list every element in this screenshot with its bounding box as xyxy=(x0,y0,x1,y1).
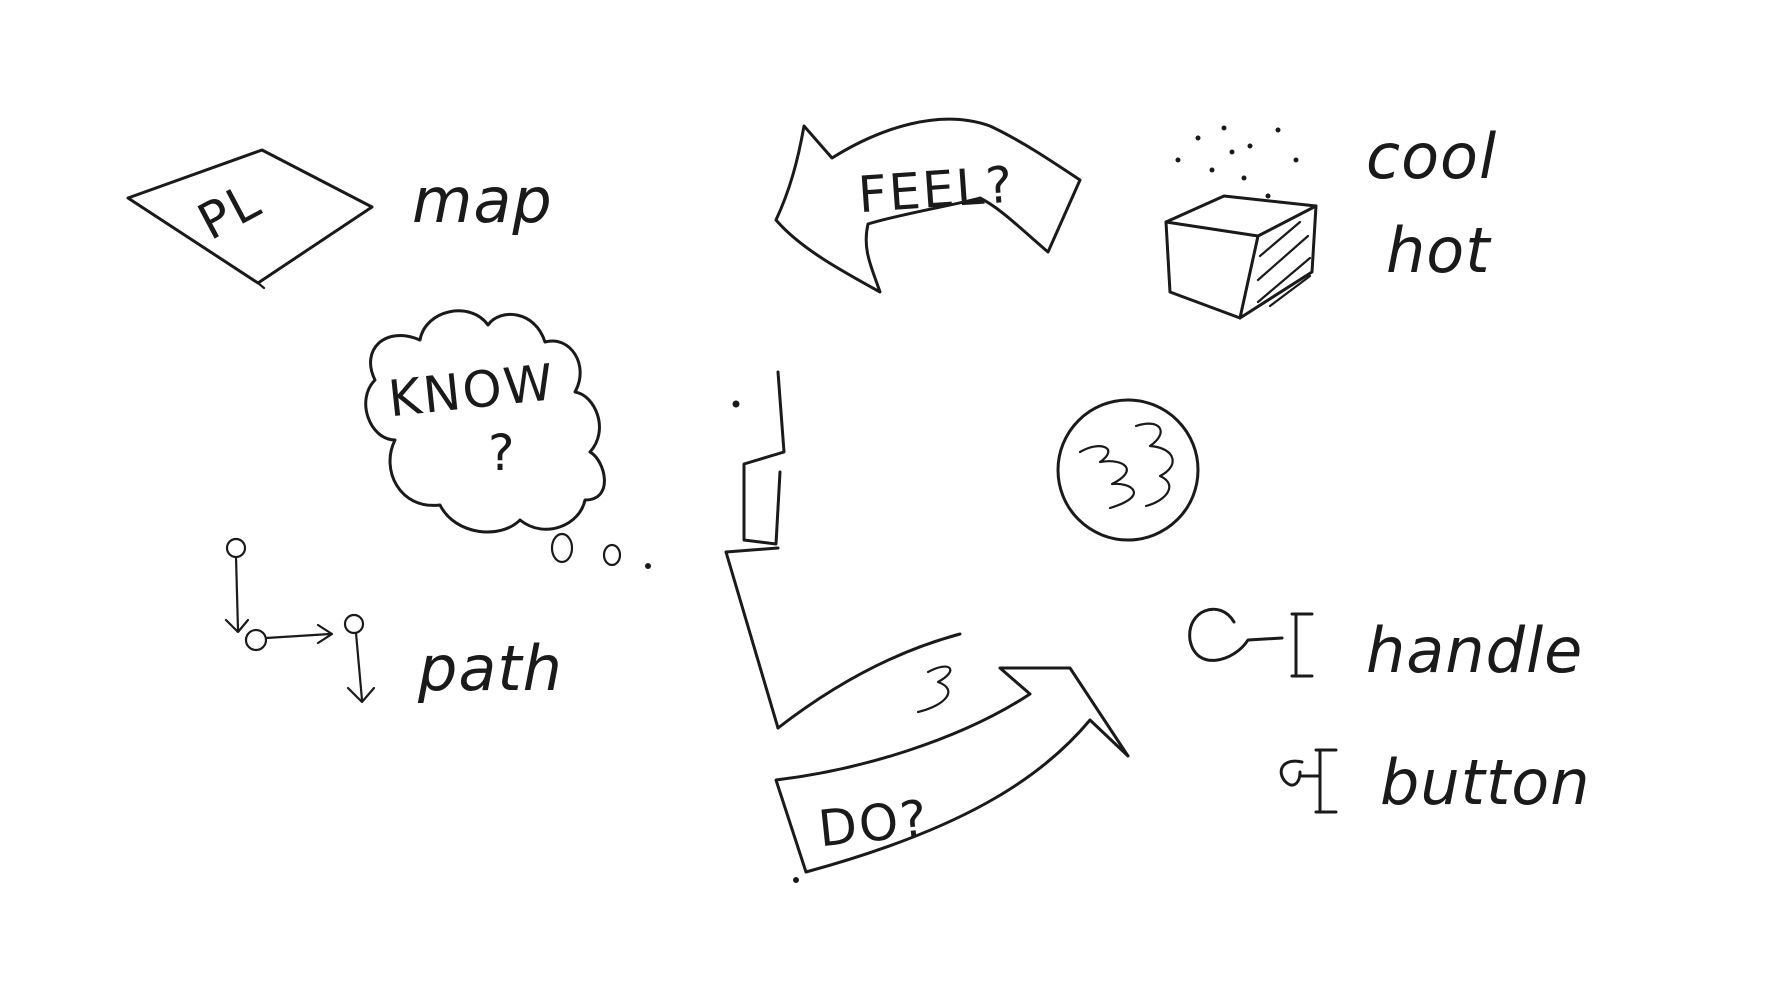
thought-cloud-icon: KNOW ? xyxy=(364,309,651,569)
cool-label: cool xyxy=(1366,120,1497,193)
map-icon: PL xyxy=(126,148,374,290)
map-label: map xyxy=(412,164,553,237)
do-arrow-icon: DO? xyxy=(774,666,1130,883)
feel-arrow-icon: FEEL? xyxy=(774,117,1082,294)
feel-label: FEEL? xyxy=(856,155,1016,224)
know-question-mark: ? xyxy=(488,424,517,482)
swoosh-icon xyxy=(776,632,962,730)
button-label: button xyxy=(1380,746,1591,819)
sketch-canvas: PL map KNOW ? path FEEL? cool hot DO? ha… xyxy=(126,117,1591,883)
cube-icon xyxy=(1164,125,1318,320)
staircase-line xyxy=(724,370,786,730)
handle-label: handle xyxy=(1366,614,1583,687)
globe-icon xyxy=(1056,398,1200,542)
map-icon-letters: PL xyxy=(189,171,271,251)
know-label: KNOW xyxy=(386,353,558,428)
do-label: DO? xyxy=(816,789,932,858)
handle-icon xyxy=(1188,607,1314,678)
path-icon xyxy=(224,537,376,704)
hot-label: hot xyxy=(1386,214,1492,287)
path-label: path xyxy=(417,632,563,705)
button-icon xyxy=(1279,748,1338,814)
